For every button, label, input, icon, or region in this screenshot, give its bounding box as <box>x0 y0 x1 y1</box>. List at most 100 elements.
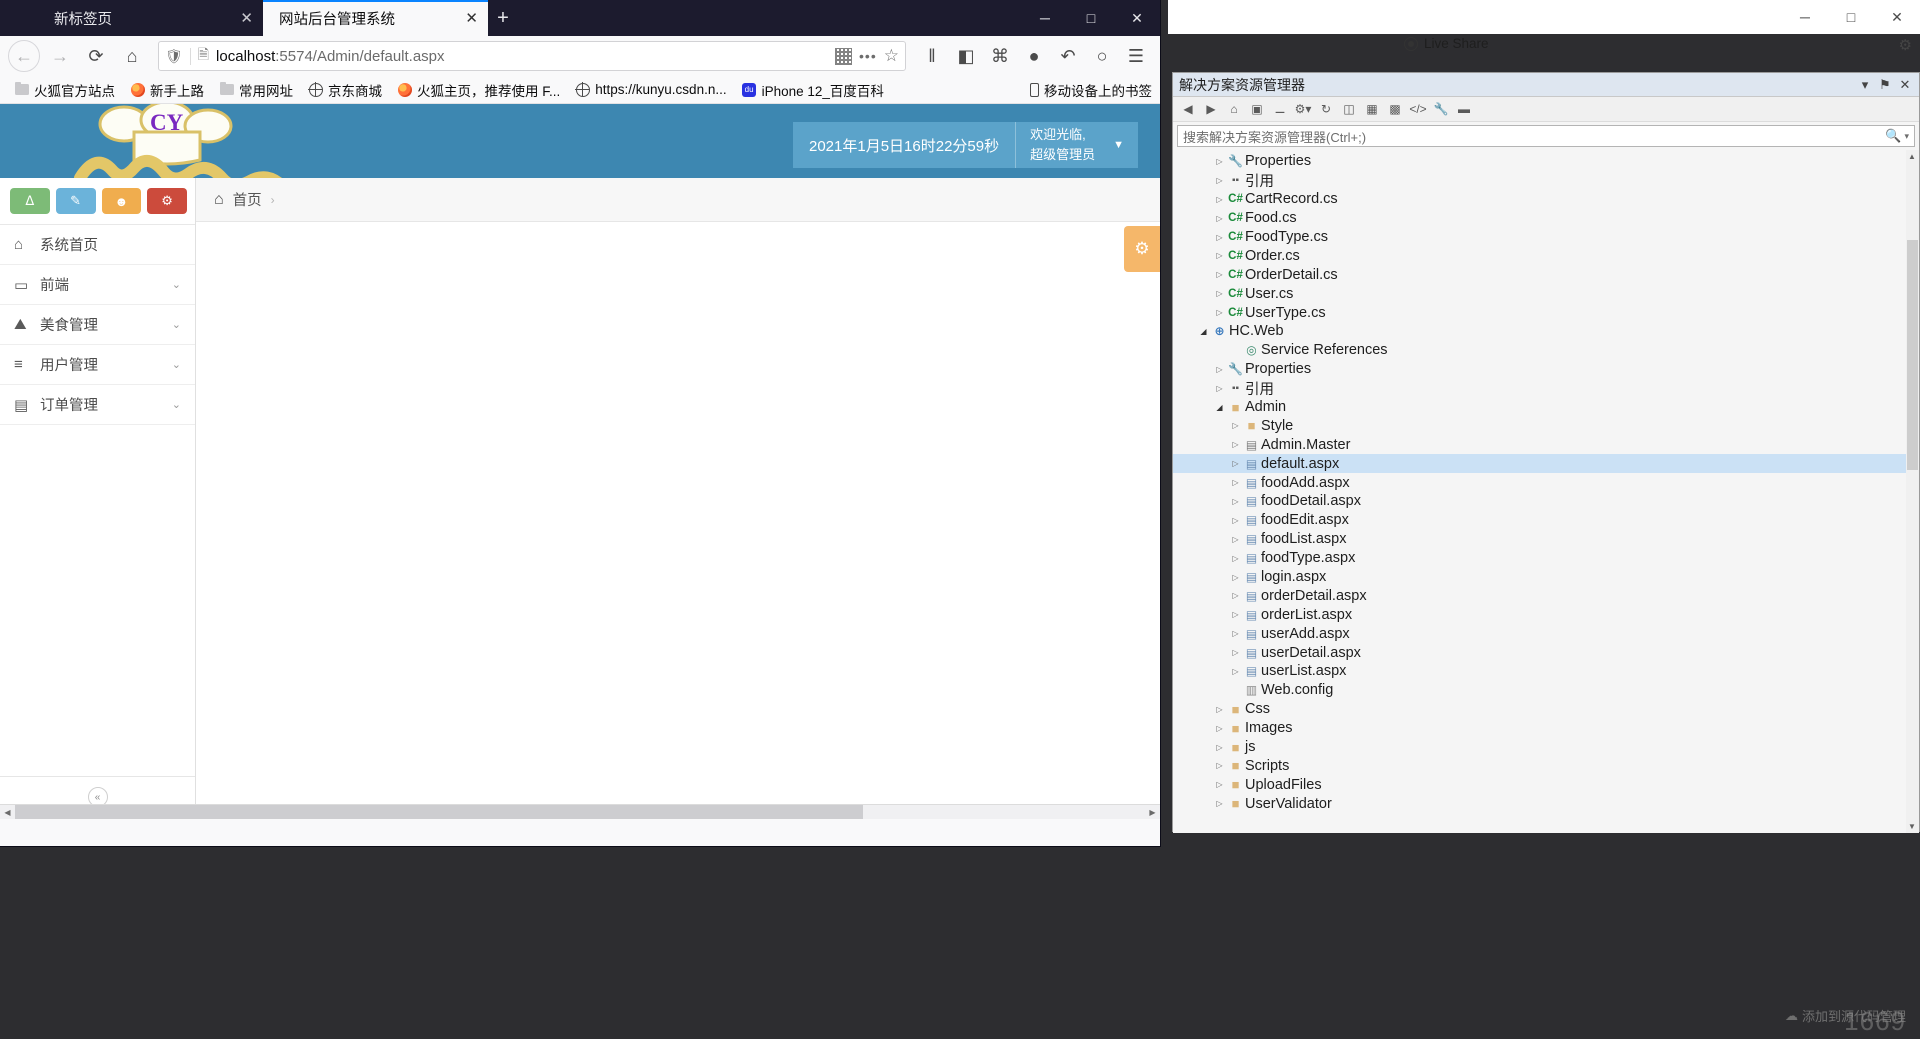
tree-expander-icon[interactable]: ▷ <box>1229 610 1242 619</box>
tree-node[interactable]: ▷ 🔧 Properties <box>1173 152 1919 171</box>
qr-code-icon[interactable] <box>835 47 853 65</box>
search-dropdown-icon[interactable]: ▾ <box>1904 131 1909 142</box>
app-menu-icon[interactable]: ☰ <box>1120 40 1152 72</box>
tree-node[interactable]: ▥ Web.config <box>1173 681 1919 700</box>
bookmark-item[interactable]: 新手上路 <box>124 77 210 103</box>
tree-node[interactable]: ▷ ■ Css <box>1173 700 1919 719</box>
home-button[interactable]: ⌂ <box>116 40 148 72</box>
sidebar-collapse[interactable]: « <box>0 776 195 807</box>
tree-expander-icon[interactable]: ▷ <box>1229 440 1242 449</box>
tree-expander-icon[interactable]: ▷ <box>1213 214 1226 223</box>
tree-node[interactable]: ▷ C# UserType.cs <box>1173 303 1919 322</box>
tree-node[interactable]: ▷ ▤ default.aspx <box>1173 454 1919 474</box>
mobile-bookmarks-item[interactable]: 移动设备上的书签 <box>1030 80 1152 100</box>
settings-tab-button[interactable]: ⚙ <box>1124 226 1160 272</box>
live-share-button[interactable]: Live Share <box>1404 36 1489 51</box>
quick-button-users[interactable]: ☻ <box>101 188 142 214</box>
tree-node[interactable]: ▷ ■ Scripts <box>1173 757 1919 776</box>
properties-dropdown-icon[interactable]: ⚙▾ <box>1293 100 1313 119</box>
sidebar-item-3[interactable]: ≡ 用户管理 ⌄ <box>0 345 195 385</box>
tree-node[interactable]: ◎ Service References <box>1173 341 1919 360</box>
home-icon[interactable]: ⌂ <box>1224 100 1244 119</box>
tree-expander-icon[interactable]: ▷ <box>1229 497 1242 506</box>
screenshot-icon[interactable]: ⌘ <box>984 40 1016 72</box>
tree-expander-icon[interactable]: ▷ <box>1213 799 1226 808</box>
tree-node[interactable]: ▷ ▪▪ 引用 <box>1173 171 1919 190</box>
sidebar-item-2[interactable]: ⛰ 美食管理 ⌄ <box>0 305 195 345</box>
tree-expander-icon[interactable]: ▷ <box>1213 289 1226 298</box>
properties-wrench-icon[interactable]: 🔧 <box>1431 100 1451 119</box>
sidebar-item-0[interactable]: ⌂ 系统首页 <box>0 225 195 265</box>
tree-expander-icon[interactable]: ▷ <box>1213 780 1226 789</box>
tab-close-icon[interactable]: ✕ <box>457 9 478 27</box>
horizontal-scrollbar[interactable]: ◀ ▶ <box>0 804 1160 819</box>
tree-expander-icon[interactable]: ▷ <box>1229 591 1242 600</box>
tree-node[interactable]: ▷ ▤ foodList.aspx <box>1173 530 1919 549</box>
scrollbar-track[interactable] <box>15 804 1145 819</box>
tree-node[interactable]: ▷ ▪▪ 引用 <box>1173 379 1919 398</box>
back-arrow-icon[interactable]: ◀ <box>1178 100 1198 119</box>
tree-expander-icon[interactable]: ▷ <box>1229 478 1242 487</box>
tree-node[interactable]: ▷ ▤ userDetail.aspx <box>1173 643 1919 662</box>
collapse-all-icon[interactable]: ⚊ <box>1270 100 1290 119</box>
browser-tab-active[interactable]: 网站后台管理系统 ✕ <box>263 0 488 36</box>
show-all-files-icon[interactable]: ◫ <box>1339 100 1359 119</box>
preview-icon[interactable]: ▦ <box>1362 100 1382 119</box>
tree-node[interactable]: ▷ ▤ foodType.aspx <box>1173 549 1919 568</box>
bookmark-item[interactable]: 常用网址 <box>213 77 299 103</box>
tree-expander-icon[interactable]: ▷ <box>1229 573 1242 582</box>
solution-tree-scrollbar[interactable]: ▲ ▼ <box>1906 150 1919 833</box>
account-icon[interactable]: ○ <box>1086 40 1118 72</box>
minimize-button[interactable]: ─ <box>1022 0 1068 36</box>
solution-tree[interactable]: ▷ 🔧 Properties ▷ ▪▪ 引用 ▷ C# CartRecord.cs ▷ C# Food… <box>1173 150 1919 833</box>
tree-node[interactable]: ▷ C# FoodType.cs <box>1173 228 1919 247</box>
bookmark-item[interactable]: du iPhone 12_百度百科 <box>736 77 890 103</box>
maximize-button[interactable]: □ <box>1068 0 1114 36</box>
user-box[interactable]: 2021年1月5日16时22分59秒 欢迎光临, 超级管理员 ▼ <box>792 122 1138 168</box>
tree-expander-icon[interactable]: ▷ <box>1213 384 1226 393</box>
tree-expander-icon[interactable]: ▷ <box>1229 421 1242 430</box>
sync-views-icon[interactable]: ▣ <box>1247 100 1267 119</box>
scroll-left-icon[interactable]: ◀ <box>0 808 15 817</box>
page-actions-icon[interactable]: ••• <box>859 48 877 64</box>
tree-node[interactable]: ▷ 🔧 Properties <box>1173 360 1919 379</box>
scroll-right-icon[interactable]: ▶ <box>1145 808 1160 817</box>
tree-expander-icon[interactable]: ◢ <box>1197 327 1210 336</box>
close-icon[interactable]: ✕ <box>1897 77 1913 93</box>
vs-maximize-button[interactable]: □ <box>1828 0 1874 34</box>
reload-button[interactable]: ⟳ <box>80 40 112 72</box>
vs-minimize-button[interactable]: ─ <box>1782 0 1828 34</box>
tree-node[interactable]: ▷ ▤ login.aspx <box>1173 568 1919 587</box>
solution-explorer-search[interactable]: 搜索解决方案资源管理器(Ctrl+;) 🔍 ▾ <box>1177 125 1915 147</box>
sidebar-item-1[interactable]: ▭ 前端 ⌄ <box>0 265 195 305</box>
shield-icon[interactable]: 🛡 <box>165 48 183 65</box>
pocket-icon[interactable]: ● <box>1018 40 1050 72</box>
quick-button-chart[interactable]: ᐃ <box>10 188 50 214</box>
tree-node[interactable]: ▷ ▤ orderDetail.aspx <box>1173 586 1919 605</box>
minimize-icon[interactable]: ▬ <box>1454 100 1474 119</box>
browser-tab[interactable]: 新标签页 ✕ <box>38 0 263 36</box>
back-button[interactable]: ← <box>8 40 40 72</box>
tree-expander-icon[interactable]: ▷ <box>1213 761 1226 770</box>
tree-expander-icon[interactable]: ▷ <box>1213 705 1226 714</box>
tree-expander-icon[interactable]: ▷ <box>1213 270 1226 279</box>
tree-node[interactable]: ▷ ■ UploadFiles <box>1173 775 1919 794</box>
tree-expander-icon[interactable]: ▷ <box>1229 516 1242 525</box>
url-bar[interactable]: 🛡 🗎 localhost:5574/Admin/default.aspx ••… <box>158 41 906 71</box>
dropdown-icon[interactable]: ▾ <box>1857 77 1873 93</box>
tree-node[interactable]: ▷ C# CartRecord.cs <box>1173 190 1919 209</box>
tree-node[interactable]: ▷ ▤ foodEdit.aspx <box>1173 511 1919 530</box>
pin-icon[interactable]: ⚑ <box>1877 77 1893 93</box>
chevron-down-icon[interactable]: ▼ <box>1107 122 1138 168</box>
undo-icon[interactable]: ↶ <box>1052 40 1084 72</box>
tab-close-icon[interactable]: ✕ <box>232 9 253 27</box>
tree-expander-icon[interactable]: ▷ <box>1213 308 1226 317</box>
bookmark-star-icon[interactable]: ☆ <box>884 46 899 66</box>
tree-expander-icon[interactable]: ▷ <box>1213 233 1226 242</box>
tree-node[interactable]: ▷ ▤ Admin.Master <box>1173 435 1919 454</box>
refresh-icon[interactable]: ↻ <box>1316 100 1336 119</box>
tree-node[interactable]: ▷ ▤ userAdd.aspx <box>1173 624 1919 643</box>
tree-expander-icon[interactable]: ▷ <box>1229 667 1242 676</box>
tree-node[interactable]: ▷ ■ Images <box>1173 719 1919 738</box>
sidebar-icon[interactable]: ◧ <box>950 40 982 72</box>
